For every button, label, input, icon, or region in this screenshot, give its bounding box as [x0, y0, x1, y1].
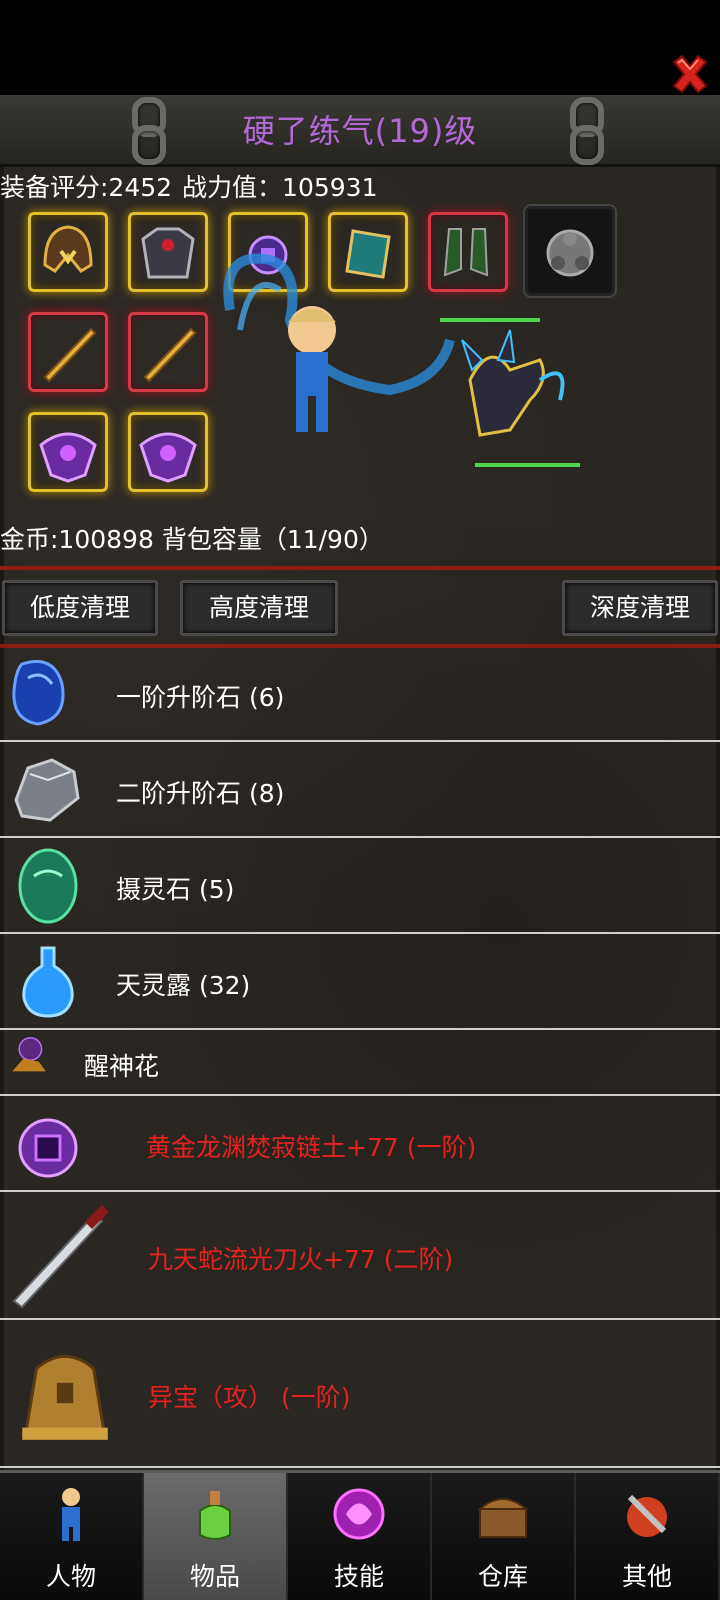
item-name: 二阶升阶石 (8) [116, 779, 285, 808]
tab-label: 技能 [333, 1562, 384, 1591]
bell-icon [8, 1338, 120, 1454]
character-avatar-icon [223, 253, 580, 467]
gold-capacity-line: 金币:100898 背包容量（11/90） [0, 520, 384, 556]
other-icon [627, 1494, 667, 1537]
item-row[interactable]: 摄灵石 (5) [0, 838, 720, 934]
sword-icon [43, 327, 97, 383]
equip-score: 装备评分:2452 [0, 173, 173, 202]
bottom-tab-bar: 人物 物品 技能 仓库 其他 [0, 1470, 720, 1600]
item-name: 九天蛇流光刀火+77 (二阶) [148, 1245, 454, 1274]
blue-stone-icon [8, 654, 88, 738]
gold-amount: 金币:100898 [0, 525, 154, 554]
tab-label: 仓库 [477, 1562, 528, 1591]
bag-capacity: 背包容量（11/90） [161, 525, 384, 554]
equip-slot-talisman-1[interactable] [28, 412, 108, 492]
potion-bag-icon [199, 1491, 231, 1540]
amulet-icon [8, 1104, 88, 1188]
item-name: 摄灵石 (5) [116, 875, 235, 904]
top-bar [0, 0, 720, 95]
close-button[interactable] [668, 52, 712, 96]
equip-slot-armor[interactable] [128, 212, 208, 292]
item-name: 醒神花 [84, 1052, 160, 1081]
item-row[interactable]: 黄金龙渊焚寂链土+77 (一阶) [0, 1096, 720, 1192]
green-egg-icon [8, 846, 88, 930]
skill-orb-icon [333, 1488, 385, 1540]
talisman-icon [139, 432, 197, 483]
tab-skills[interactable]: 技能 [288, 1473, 432, 1600]
tab-storage[interactable]: 仓库 [432, 1473, 576, 1600]
stats-line: 装备评分:2452 战力值：105931 [0, 168, 387, 204]
low-clean-button[interactable]: 低度清理 [2, 580, 158, 636]
tab-items[interactable]: 物品 [144, 1473, 288, 1600]
item-row[interactable]: 二阶升阶石 (8) [0, 742, 720, 838]
tab-other[interactable]: 其他 [576, 1473, 720, 1600]
equip-slot-weapon-1[interactable] [28, 312, 108, 392]
equip-slot-weapon-2[interactable] [128, 312, 208, 392]
chest-icon [477, 1498, 529, 1538]
talisman-icon [39, 432, 97, 483]
item-row[interactable]: 一阶升阶石 (6) [0, 646, 720, 742]
blue-potion-icon [8, 942, 88, 1026]
equip-slot-helmet[interactable] [28, 212, 108, 292]
item-name: 黄金龙渊焚寂链土+77 (一阶) [146, 1133, 477, 1162]
character-display [210, 230, 580, 500]
close-icon [672, 54, 708, 94]
item-name: 异宝（攻） (一阶) [148, 1383, 351, 1412]
page-title: 硬了练气(19)级 [242, 112, 478, 150]
divider-top [0, 566, 720, 570]
tab-label: 物品 [189, 1562, 240, 1591]
purple-flower-icon [8, 1035, 64, 1095]
grey-stone-icon [8, 750, 88, 834]
item-row[interactable]: 异宝（攻） (一阶) [0, 1320, 720, 1468]
tab-label: 人物 [45, 1562, 96, 1591]
tab-label: 其他 [621, 1562, 672, 1591]
tab-character[interactable]: 人物 [0, 1473, 144, 1600]
pet-icon [461, 329, 565, 437]
sword-icon [143, 327, 197, 383]
equip-slot-talisman-2[interactable] [128, 412, 208, 492]
sword-icon [8, 1201, 118, 1315]
character-icon [62, 1488, 80, 1541]
helmet-icon [43, 225, 93, 273]
high-clean-button[interactable]: 高度清理 [180, 580, 338, 636]
armor-icon [141, 227, 195, 279]
item-row[interactable]: 醒神花 [0, 1030, 720, 1096]
deep-clean-button[interactable]: 深度清理 [562, 580, 718, 636]
item-row[interactable]: 九天蛇流光刀火+77 (二阶) [0, 1192, 720, 1320]
item-row[interactable]: 天灵露 (32) [0, 934, 720, 1030]
power-value: 战力值：105931 [182, 173, 378, 202]
item-name: 一阶升阶石 (6) [116, 683, 285, 712]
item-name: 天灵露 (32) [116, 971, 251, 1000]
